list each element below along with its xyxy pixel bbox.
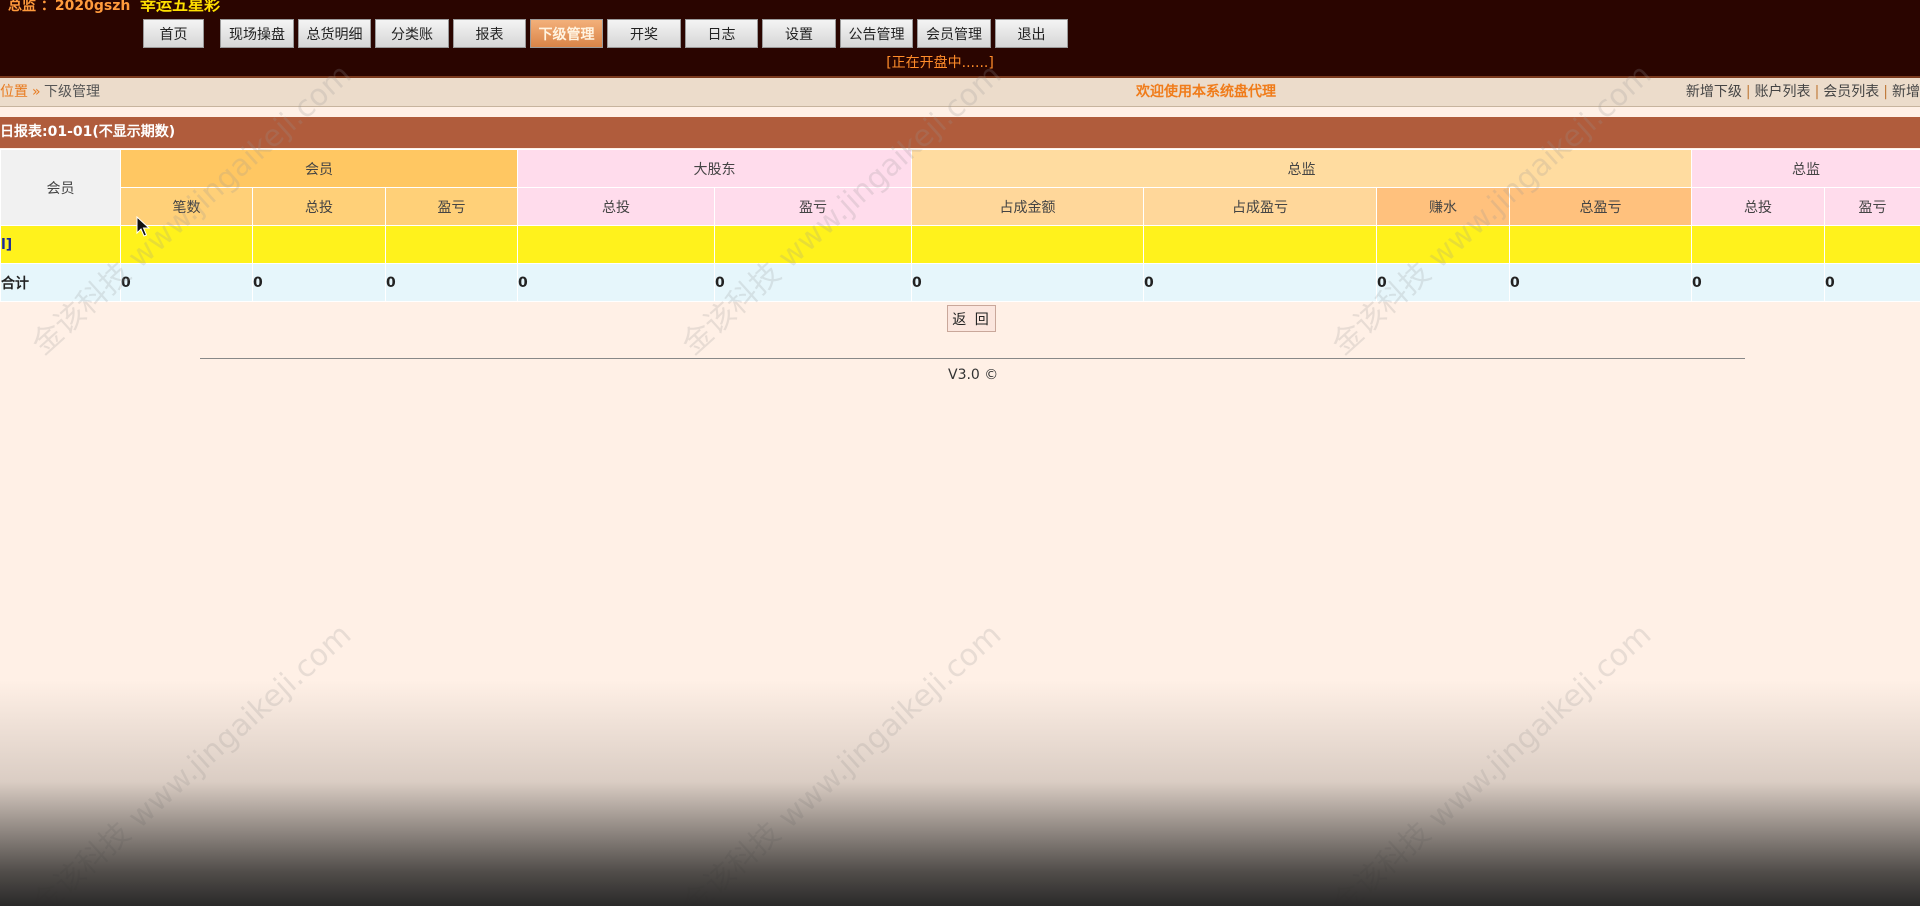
table-cell: [120, 225, 253, 264]
table-cell: [911, 225, 1145, 264]
col-header-share-profit-loss: 占成盈亏: [1143, 187, 1378, 226]
total-row: 合计 0 0 0 0 0 0 0 0 0 0 0: [0, 263, 1920, 302]
link-add[interactable]: 新增: [1892, 84, 1920, 100]
nav-goods-detail[interactable]: 总货明细: [298, 19, 371, 48]
col-header-director-total-bet: 总投: [1691, 187, 1826, 226]
footer-divider: [200, 358, 1745, 359]
link-account-list[interactable]: 账户列表: [1755, 84, 1811, 100]
table-cell: [1824, 225, 1920, 264]
group-header-director-2: 总监: [1691, 149, 1920, 188]
nav-logout[interactable]: 退出: [995, 19, 1068, 48]
breadcrumb-position: 位置: [0, 84, 28, 100]
total-cell: 0: [1143, 263, 1378, 302]
link-add-subordinate[interactable]: 新增下级: [1686, 84, 1742, 100]
group-header-shareholder: 大股东: [517, 149, 913, 188]
nav-lottery-draw[interactable]: 开奖: [607, 19, 681, 48]
col-header-shareholder-total-bet: 总投: [517, 187, 716, 226]
nav-reports[interactable]: 报表: [453, 19, 526, 48]
nav-home[interactable]: 首页: [143, 19, 204, 48]
header-row-groups: 会员 会员 大股东 总监 总监: [0, 149, 1920, 226]
total-cell: 0: [1376, 263, 1511, 302]
report-table: 会员 会员 大股东 总监 总监 笔数 总投 盈亏 总投 盈亏 占成金额 占成盈亏…: [0, 149, 1920, 302]
group-header-director: 总监: [911, 149, 1693, 188]
col-header-director-profit-loss: 盈亏: [1824, 187, 1920, 226]
total-cell: 0: [911, 263, 1145, 302]
col-header-profit-loss: 盈亏: [384, 187, 519, 226]
table-cell: [517, 225, 716, 264]
col-header-bet-count: 笔数: [120, 187, 253, 226]
user-label: 总监 ：2020gszh: [8, 0, 131, 14]
col-header-total-profit-loss: 总盈亏: [1509, 187, 1693, 226]
table-cell: [1376, 225, 1511, 264]
return-button[interactable]: 返 回: [947, 305, 996, 332]
link-member-list[interactable]: 会员列表: [1823, 84, 1879, 100]
header-row-columns: 笔数 总投 盈亏 总投 盈亏 占成金额 占成盈亏 赚水 总盈亏 总投 盈亏: [1, 187, 1920, 226]
breadcrumb-separator: »: [32, 84, 41, 100]
report-title: 日报表:01-01(不显示期数): [0, 117, 1920, 148]
breadcrumb-current: 下级管理: [44, 84, 100, 100]
nav-announcements[interactable]: 公告管理: [840, 19, 913, 48]
col-header-shareholder-profit-loss: 盈亏: [714, 187, 913, 226]
member-column-header: 会员: [0, 149, 121, 226]
nav-member-management[interactable]: 会员管理: [917, 19, 991, 48]
group-header-member: 会员: [119, 149, 519, 188]
bottom-shadow: [0, 680, 1920, 906]
total-cell: 0: [120, 263, 253, 302]
total-cell: 0: [252, 263, 386, 302]
row-label[interactable]: l]: [0, 225, 121, 264]
total-cell: 0: [1691, 263, 1826, 302]
total-cell: 0: [1824, 263, 1920, 302]
nav-log[interactable]: 日志: [685, 19, 758, 48]
link-divider: |: [1814, 84, 1820, 100]
table-cell: [1143, 225, 1378, 264]
nav-ledger[interactable]: 分类账: [375, 19, 449, 48]
table-cell: [384, 225, 519, 264]
breadcrumb-bar: 位置 » 下级管理 欢迎使用本系统盘代理 新增下级 | 账户列表 | 会员列表 | 新增: [0, 78, 1920, 107]
watermark: 金该科技 www.jingaikeji.com: [675, 617, 1009, 906]
nav-settings[interactable]: 设置: [762, 19, 836, 48]
total-cell: 0: [714, 263, 913, 302]
col-header-total-bet: 总投: [252, 187, 386, 226]
nav-subordinate-management[interactable]: 下级管理: [530, 19, 603, 48]
watermark: 金该科技 www.jingaikeji.com: [1325, 617, 1659, 906]
col-header-share-amount: 占成金额: [911, 187, 1145, 226]
link-divider: |: [1745, 84, 1751, 100]
page: 总监 ：2020gszh 幸运五星彩 首页 现场操盘 总货明细 分类账 报表 下…: [0, 0, 1920, 906]
market-status: [正在开盘中......]: [886, 55, 994, 71]
version-label: V3.0 ©: [948, 367, 999, 383]
table-cell: [1509, 225, 1693, 264]
total-label: 合计: [0, 263, 121, 302]
table-cell: [1691, 225, 1826, 264]
total-cell: 0: [517, 263, 716, 302]
table-cell: [714, 225, 913, 264]
col-header-rebate: 赚水: [1376, 187, 1511, 226]
total-cell: 0: [384, 263, 519, 302]
table-row: l]: [0, 225, 1920, 264]
link-divider: |: [1883, 84, 1888, 100]
table-cell: [252, 225, 386, 264]
quick-links: 新增下级 | 账户列表 | 会员列表 | 新增: [1686, 78, 1920, 106]
welcome-message: 欢迎使用本系统盘代理: [1136, 84, 1276, 100]
top-header: 总监 ：2020gszh 幸运五星彩 首页 现场操盘 总货明细 分类账 报表 下…: [0, 0, 1920, 78]
nav-live-trading[interactable]: 现场操盘: [220, 19, 294, 48]
watermark: 金该科技 www.jingaikeji.com: [25, 617, 359, 906]
total-cell: 0: [1509, 263, 1693, 302]
site-name: 幸运五星彩: [140, 0, 221, 14]
